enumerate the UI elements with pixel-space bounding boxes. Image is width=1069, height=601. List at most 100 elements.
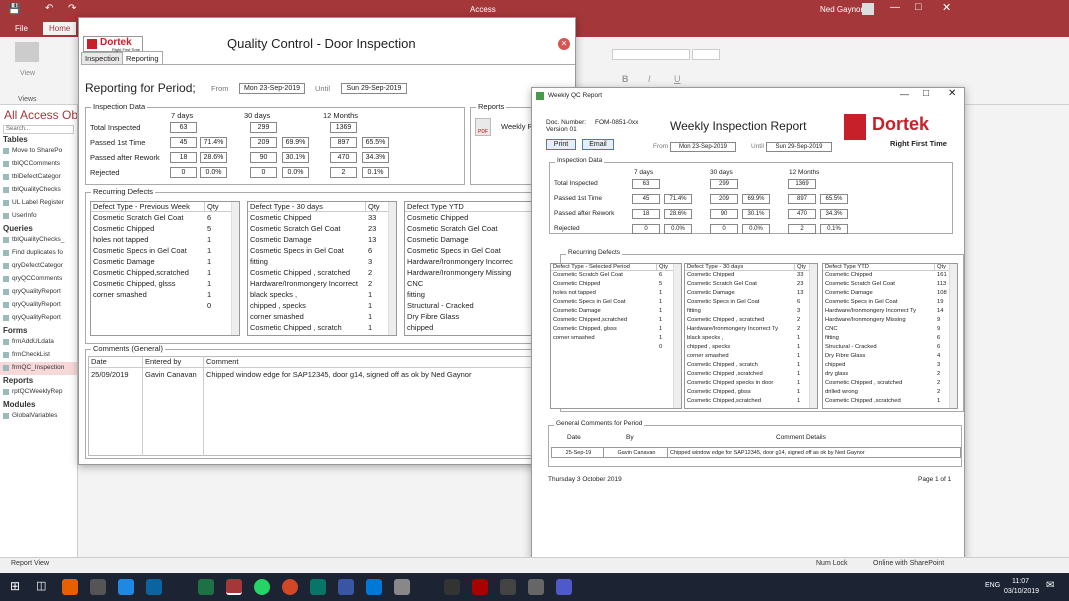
list-item[interactable]: holes not tapped 1 <box>91 234 239 245</box>
list-item[interactable]: Cosmetic Chipped,scratched 1 <box>91 267 239 278</box>
report-list-ytd[interactable]: Defect Type YTD Qty Cosmetic Chipped 161 Cos… <box>822 263 958 409</box>
list-item[interactable]: Cosmetic Specs in Gel Coat 6 <box>685 298 817 307</box>
outlook-icon[interactable] <box>146 579 162 595</box>
acrobat-icon[interactable] <box>472 579 488 595</box>
nav-item[interactable]: frmQC_Inspection <box>0 362 77 375</box>
nav-item[interactable]: UserInfo <box>0 210 77 223</box>
list-item[interactable]: Cosmetic Chipped , scratch 1 <box>685 361 817 370</box>
nav-item[interactable]: tblQualityChecks_ <box>0 234 77 247</box>
until-date-field[interactable]: Sun 29-Sep-2019 <box>341 83 407 94</box>
list-item[interactable]: Hardware/Ironmongery Missing 9 <box>823 316 957 325</box>
list-item[interactable]: Cosmetic Chipped , scratched 2 <box>248 267 396 278</box>
list-item[interactable]: Cosmetic Chipped 5 <box>551 280 681 289</box>
list-item[interactable]: Cosmetic Damage 1 <box>551 307 681 316</box>
list-item[interactable]: corner smashed 1 <box>248 311 396 322</box>
visio-icon[interactable] <box>338 579 354 595</box>
tab-file[interactable]: File <box>15 24 28 33</box>
nav-item[interactable]: tblQCComments <box>0 158 77 171</box>
nav-title[interactable]: All Access Ob <box>0 105 77 125</box>
maximize-icon[interactable]: □ <box>915 1 922 13</box>
list-item[interactable]: Cosmetic Damage 1 <box>91 256 239 267</box>
list-item[interactable]: Dry Fibre Glass 4 <box>823 352 957 361</box>
nav-section-header[interactable]: Reports <box>0 375 77 386</box>
calculator-icon[interactable] <box>528 579 544 595</box>
start-icon[interactable]: ⊞ <box>10 579 20 593</box>
nav-section-header[interactable]: Queries <box>0 223 77 234</box>
list-item[interactable]: drilled wrong 2 <box>823 388 957 397</box>
list-item[interactable]: Cosmetic Chipped , scratch 1 <box>248 322 396 333</box>
list-item[interactable]: Cosmetic Chipped 5 <box>91 223 239 234</box>
settings-icon[interactable] <box>394 579 410 595</box>
report-list-selected-period[interactable]: Defect Type - Selected Period Qty Cosmetic… <box>550 263 682 409</box>
font-select[interactable] <box>612 49 690 60</box>
edge-icon[interactable] <box>118 579 134 595</box>
list-item[interactable]: Cosmetic Chipped , scratched 2 <box>685 316 817 325</box>
publisher-icon[interactable] <box>310 579 326 595</box>
list-item[interactable]: Cosmetic Damage 13 <box>248 234 396 245</box>
close-form-icon[interactable]: ✕ <box>558 38 570 50</box>
nav-item[interactable]: qryQualityReport <box>0 286 77 299</box>
nav-item[interactable]: qryQCComments <box>0 273 77 286</box>
list-item[interactable]: fitting 3 <box>248 256 396 267</box>
list-previous-week[interactable]: Defect Type - Previous Week Qty Cosmetic S… <box>90 201 240 336</box>
app-icon[interactable] <box>366 579 382 595</box>
italic-icon[interactable]: I <box>648 74 651 84</box>
list-item[interactable]: black specks , 1 <box>248 289 396 300</box>
list-item[interactable]: Cosmetic Chipped ,scratched 1 <box>823 397 957 406</box>
nav-item[interactable]: frmCheckList <box>0 349 77 362</box>
access-icon[interactable] <box>226 579 242 595</box>
list-item[interactable]: Structural - Cracked 6 <box>823 343 957 352</box>
powerpoint-icon[interactable] <box>282 579 298 595</box>
list-item[interactable]: Cosmetic Chipped, glsss 1 <box>685 388 817 397</box>
email-button[interactable]: Email <box>582 139 614 150</box>
list-item[interactable]: chipped 3 <box>823 361 957 370</box>
from-date-field[interactable]: Mon 23-Sep-2019 <box>239 83 305 94</box>
list-item[interactable]: Cosmetic Chipped 161 <box>823 271 957 280</box>
list-item[interactable]: Cosmetic Specs in Gel Coat 6 <box>248 245 396 256</box>
list-item[interactable]: Cosmetic Chipped 33 <box>685 271 817 280</box>
nav-item[interactable]: qryDefectCategor <box>0 260 77 273</box>
tab-home[interactable]: Home <box>43 22 77 35</box>
teams-icon[interactable] <box>556 579 572 595</box>
list-item[interactable]: Cosmetic Scratch Gel Coat 6 <box>551 271 681 280</box>
redo-icon[interactable]: ↷ <box>68 3 76 14</box>
list-item[interactable]: Cosmetic Specs in Gel Coat 1 <box>91 245 239 256</box>
list-item[interactable]: Cosmetic Scratch Gel Coat 23 <box>685 280 817 289</box>
nav-item[interactable]: Move to SharePo <box>0 145 77 158</box>
list-item[interactable]: Cosmetic Chipped specks in door 1 <box>685 379 817 388</box>
language-indicator[interactable]: ENG <box>985 582 1000 589</box>
list-item[interactable]: chipped , specks 1 <box>685 343 817 352</box>
view-icon[interactable] <box>15 42 39 62</box>
nav-section-header[interactable]: Modules <box>0 399 77 410</box>
app3-icon[interactable] <box>500 579 516 595</box>
weekly-report-link[interactable]: Weekly R <box>501 122 533 131</box>
scrollbar[interactable] <box>388 202 396 335</box>
app2-icon[interactable] <box>444 579 460 595</box>
report-close-icon[interactable]: ✕ <box>948 88 956 99</box>
list-item[interactable]: Cosmetic Chipped,scratched 1 <box>685 397 817 406</box>
list-item[interactable]: 0 <box>551 343 681 352</box>
list-item[interactable]: Cosmetic Scratch Gel Coat 23 <box>248 223 396 234</box>
list-item[interactable]: Cosmetic Scratch Gel Coat 113 <box>823 280 957 289</box>
list-item[interactable]: Cosmetic Chipped, glsss 1 <box>91 278 239 289</box>
nav-item[interactable]: frmAddULdata <box>0 336 77 349</box>
pdf-report-icon[interactable]: PDF <box>475 118 491 136</box>
firefox-icon[interactable] <box>62 579 78 595</box>
list-item[interactable]: Cosmetic Chipped ,scratched 1 <box>685 370 817 379</box>
nav-item[interactable]: GlobalVariables <box>0 410 77 423</box>
scrollbar[interactable] <box>949 264 957 408</box>
nav-section-header[interactable]: Tables <box>0 134 77 145</box>
report-maximize-icon[interactable]: □ <box>923 88 929 99</box>
bold-icon[interactable]: B <box>622 74 629 84</box>
nav-item[interactable]: qryQualityReport <box>0 312 77 325</box>
scrollbar[interactable] <box>231 202 239 335</box>
list-item[interactable]: Cosmetic Chipped , scratched 2 <box>823 379 957 388</box>
font-size-select[interactable] <box>692 49 720 60</box>
list-item[interactable]: Hardware/Ironmongery Incorrect 2 <box>248 278 396 289</box>
nav-item[interactable]: qryQualityReport <box>0 299 77 312</box>
clock-date[interactable]: 03/10/2019 <box>1004 588 1039 595</box>
list-30-days[interactable]: Defect Type - 30 days Qty Cosmetic Chipped… <box>247 201 397 336</box>
view-button[interactable]: View <box>20 70 35 77</box>
nav-section-header[interactable]: Forms <box>0 325 77 336</box>
nav-item[interactable]: rptQCWeeklyRep <box>0 386 77 399</box>
